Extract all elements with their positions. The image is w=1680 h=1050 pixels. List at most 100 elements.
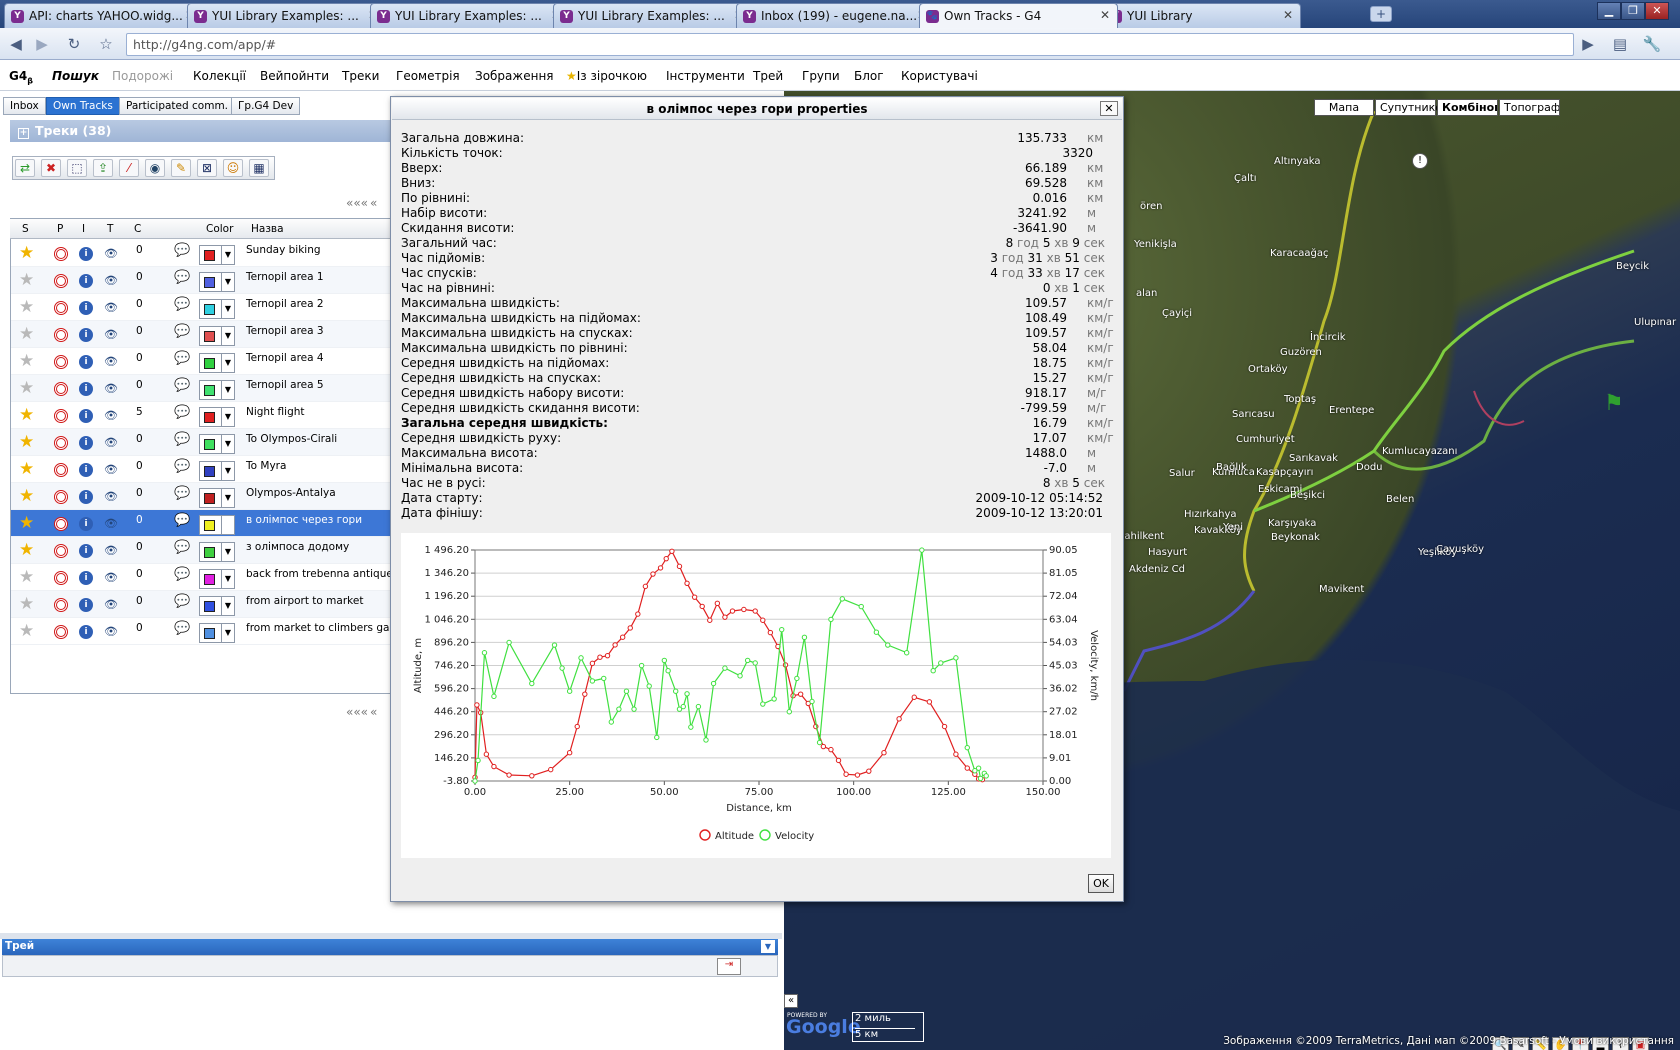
comments-icon[interactable]: 💬	[174, 270, 190, 285]
table-row[interactable]: ★ i 👁 0 💬 ▼ from airport to market	[11, 591, 419, 618]
eye-icon[interactable]: 👁	[104, 274, 118, 287]
disable-icon[interactable]: ⁄	[119, 159, 139, 177]
app-logo[interactable]: G4β	[9, 69, 33, 85]
wrench-menu-icon[interactable]: 🔧	[1642, 34, 1662, 54]
track-name[interactable]: з олімпоса додому	[246, 541, 349, 553]
info-icon[interactable]: i	[79, 355, 93, 369]
table-row[interactable]: ★ i 👁 0 💬 ▼ Ternopil area 4	[11, 348, 419, 375]
browser-tab[interactable]: YYUI Library✕	[1102, 3, 1301, 28]
col-name[interactable]: Назва	[251, 223, 284, 235]
close-dialog-button[interactable]: ✕	[1100, 101, 1118, 116]
chevron-down-icon[interactable]: ▼	[221, 408, 234, 426]
tab-participated[interactable]: Participated comm.	[119, 97, 236, 115]
tab-inbox[interactable]: Inbox	[3, 97, 46, 115]
table-row[interactable]: ★ i 👁 0 💬 ▼ To Olympos-Cirali	[11, 429, 419, 456]
eye-icon[interactable]: 👁	[104, 328, 118, 341]
go-icon[interactable]: ▶	[1578, 34, 1598, 54]
track-name[interactable]: в олімпос через гори	[246, 514, 362, 526]
color-picker[interactable]: ▼	[199, 326, 235, 346]
reload-icon[interactable]: ↻	[64, 34, 84, 54]
eye-icon[interactable]: 👁	[104, 463, 118, 476]
back-icon[interactable]: ◀	[6, 34, 26, 54]
info-icon[interactable]: i	[79, 436, 93, 450]
address-bar[interactable]: http://g4ng.com/app/#	[126, 33, 1574, 56]
eye-icon[interactable]: 👁	[104, 301, 118, 314]
info-icon[interactable]: i	[79, 571, 93, 585]
chevron-down-icon[interactable]: ▼	[221, 597, 234, 615]
star-icon[interactable]: ★	[19, 622, 34, 640]
comments-icon[interactable]: 💬	[174, 594, 190, 609]
star-icon[interactable]: ★	[19, 298, 34, 316]
col-s[interactable]: S	[22, 223, 29, 235]
color-picker[interactable]: ▼	[199, 299, 235, 319]
color-picker[interactable]: ▼	[199, 623, 235, 643]
browser-tab[interactable]: YAPI: charts YAHOO.widg...✕	[4, 3, 203, 28]
collapse-icon[interactable]: ▼	[761, 940, 775, 953]
star-icon[interactable]: ★	[19, 325, 34, 343]
restore-window-button[interactable]: ❐	[1621, 2, 1645, 20]
col-c[interactable]: C	[134, 223, 141, 235]
chevron-down-icon[interactable]: ▼	[221, 570, 234, 588]
table-row[interactable]: ★ i 👁 0 💬 ▼ Sunday biking	[11, 240, 419, 267]
target-icon[interactable]	[54, 436, 68, 450]
table-row[interactable]: ★ i 👁 0 💬 ▼ Ternopil area 2	[11, 294, 419, 321]
comments-icon[interactable]: 💬	[174, 540, 190, 555]
star-icon[interactable]: ★	[19, 541, 34, 559]
info-icon[interactable]: i	[79, 463, 93, 477]
comments-icon[interactable]: 💬	[174, 432, 190, 447]
delete-icon[interactable]: ✖	[41, 159, 61, 177]
menu-tracks[interactable]: Треки	[342, 69, 379, 83]
table-row[interactable]: ★ i 👁 0 💬 ▼ Ternopil area 3	[11, 321, 419, 348]
tracks-section-header[interactable]: + Треки (38)	[10, 120, 418, 142]
eye-icon[interactable]: 👁	[104, 382, 118, 395]
tab-own-tracks[interactable]: Own Tracks	[46, 97, 120, 115]
map-type-map[interactable]: Мапа	[1314, 99, 1374, 116]
menu-tools[interactable]: Інструменти	[666, 69, 745, 83]
tray-action-icon[interactable]: ⇥	[717, 958, 741, 975]
star-icon[interactable]: ★	[19, 433, 34, 451]
menu-search[interactable]: Пошук	[52, 69, 99, 83]
pager-prev[interactable]: «	[370, 196, 377, 210]
star-icon[interactable]: ★	[19, 406, 34, 424]
chevron-down-icon[interactable]: ▼	[221, 354, 234, 372]
star-icon[interactable]: ★	[19, 460, 34, 478]
color-picker[interactable]: ▼	[199, 488, 235, 508]
info-icon[interactable]: i	[79, 247, 93, 261]
comments-icon[interactable]: 💬	[174, 513, 190, 528]
star-icon[interactable]: ★	[19, 514, 34, 532]
table-row[interactable]: ★ i 👁 0 💬 ▼ Ternopil area 5	[11, 375, 419, 402]
chevron-down-icon[interactable]: ▼	[221, 543, 234, 561]
color-picker[interactable]: ▼	[199, 461, 235, 481]
info-icon[interactable]: i	[79, 598, 93, 612]
menu-tray[interactable]: Трей	[753, 69, 783, 83]
eye-icon[interactable]: 👁	[104, 544, 118, 557]
table-row[interactable]: ★ i 👁 5 💬 ▼ Night flight	[11, 402, 419, 429]
close-tab-icon[interactable]: ✕	[1283, 8, 1293, 22]
comments-icon[interactable]: 💬	[174, 486, 190, 501]
close-window-button[interactable]: ✕	[1645, 2, 1669, 20]
chevron-down-icon[interactable]: ▼	[221, 462, 234, 480]
color-picker[interactable]: ▼	[199, 380, 235, 400]
bookmark-star-icon[interactable]: ☆	[96, 34, 116, 54]
track-name[interactable]: Ternopil area 2	[246, 298, 324, 310]
crop-icon[interactable]: ⊠	[197, 159, 217, 177]
menu-images[interactable]: Зображення	[475, 69, 554, 83]
view-icon[interactable]: ◉	[145, 159, 165, 177]
pager-prev-bottom[interactable]: «	[370, 705, 377, 719]
col-p[interactable]: P	[57, 223, 63, 235]
chevron-down-icon[interactable]: ▼	[221, 381, 234, 399]
table-row[interactable]: ★ i 👁 0 💬 ▼ To Myra	[11, 456, 419, 483]
browser-tab[interactable]: YYUI Library Examples: ...✕	[370, 3, 569, 28]
star-icon[interactable]: ★	[19, 379, 34, 397]
comments-icon[interactable]: 💬	[174, 324, 190, 339]
menu-collections[interactable]: Колекції	[193, 69, 246, 83]
map-type-hybrid[interactable]: Комбінован	[1437, 99, 1498, 116]
target-icon[interactable]	[54, 382, 68, 396]
star-icon[interactable]: ★	[19, 487, 34, 505]
eye-icon[interactable]: 👁	[104, 571, 118, 584]
info-icon[interactable]: i	[79, 409, 93, 423]
target-icon[interactable]	[54, 571, 68, 585]
upload-icon[interactable]: ⇪	[93, 159, 113, 177]
menu-waypoints[interactable]: Вейпойнти	[260, 69, 329, 83]
info-icon[interactable]: i	[79, 544, 93, 558]
